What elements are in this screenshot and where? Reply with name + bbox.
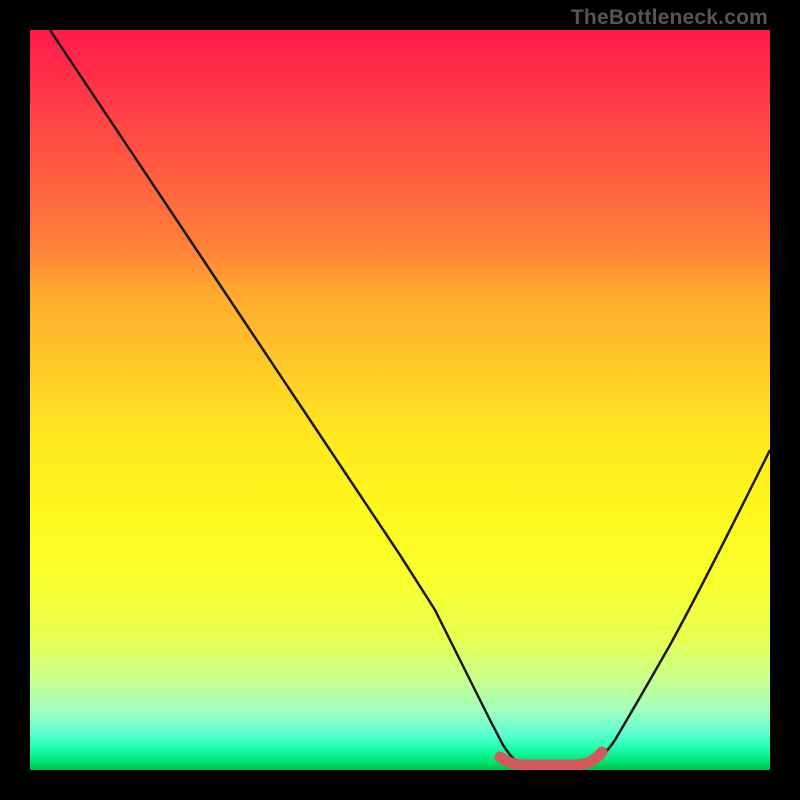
bottleneck-curve	[50, 30, 770, 765]
optimal-range-marker	[500, 752, 602, 765]
plot-area	[30, 30, 770, 770]
curve-svg	[30, 30, 770, 770]
watermark-text: TheBottleneck.com	[571, 6, 768, 30]
chart-container: TheBottleneck.com	[0, 0, 800, 800]
